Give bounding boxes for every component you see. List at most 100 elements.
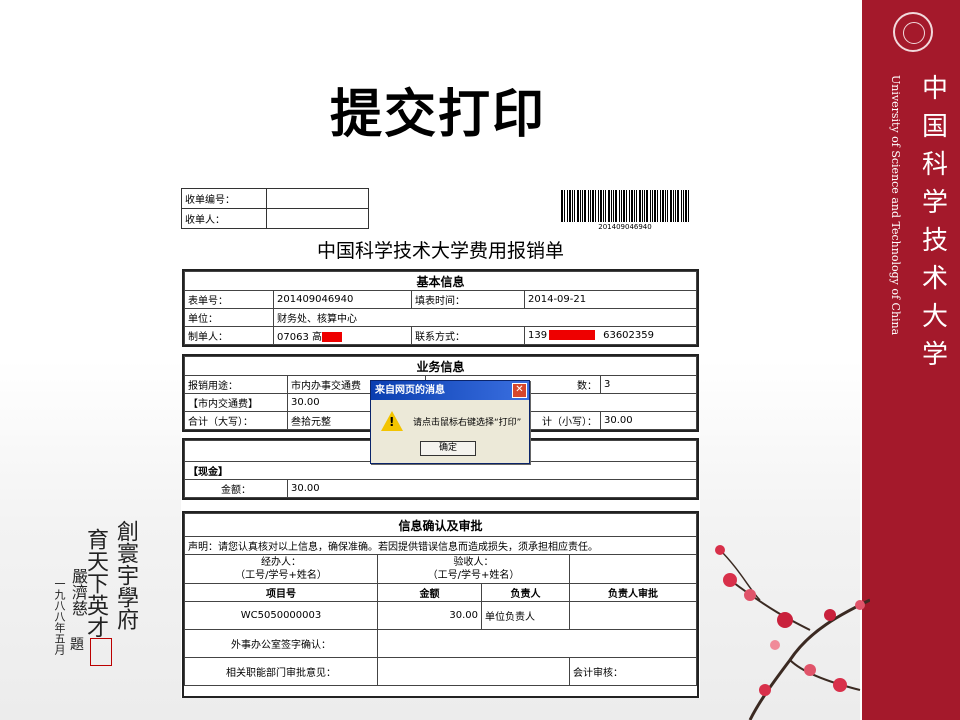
barcode-bar xyxy=(675,190,676,222)
barcode-bar xyxy=(677,190,679,222)
barcode-bar xyxy=(564,190,565,222)
accounting-cell: 会计审核： xyxy=(569,657,697,686)
receipt-number-label: 收单编号： xyxy=(181,188,267,209)
barcode-bar xyxy=(681,190,682,222)
warning-icon: ! xyxy=(381,411,403,431)
barcode-bar xyxy=(613,190,614,222)
creator-label: 制单人： xyxy=(184,326,274,345)
fill-time-value: 2014-09-21 xyxy=(524,290,697,309)
receiver-label: 验收人： xyxy=(453,557,494,568)
handler-hint: （工号/学号+姓名） xyxy=(235,570,327,581)
barcode-bar xyxy=(574,190,575,222)
item-amount: 30.00 xyxy=(377,601,482,630)
col-project: 项目号 xyxy=(184,583,378,602)
handler-label: 经办人： xyxy=(261,557,301,568)
barcode-bar xyxy=(634,190,635,222)
calligraphy-column-1: 創寰宇學府 xyxy=(113,520,138,630)
total-lowercase-value: 30.00 xyxy=(600,411,697,430)
barcode-bar xyxy=(592,190,594,222)
basic-info-section: 基本信息 表单号： 201409046940 填表时间： 2014-09-21 … xyxy=(182,269,699,347)
university-name-en: University of Science and Technology of … xyxy=(889,75,902,336)
barcode-bar xyxy=(608,190,610,222)
unit-label: 单位： xyxy=(184,308,274,327)
dept-approval-value xyxy=(377,657,570,686)
barcode-bar xyxy=(626,190,627,222)
business-info-heading: 业务信息 xyxy=(184,356,697,376)
barcode-bar xyxy=(688,190,689,222)
dept-approval-label: 相关职能部门审批意见： xyxy=(184,657,378,686)
receipt-box: 收单编号： 收单人： xyxy=(181,188,369,229)
contact-label: 联系方式： xyxy=(411,326,525,345)
barcode-bar xyxy=(615,190,617,222)
barcode-bar xyxy=(670,190,672,222)
item-approval xyxy=(569,601,697,630)
receipt-person-label: 收单人： xyxy=(181,208,267,229)
confirm-heading: 信息确认及审批 xyxy=(184,513,697,537)
barcode-bar xyxy=(652,190,653,222)
dialog-message: 请点击鼠标右键选择“打印” xyxy=(413,418,522,428)
dialog-title: 来自网页的消息 xyxy=(375,385,445,396)
barcode-bar xyxy=(598,190,599,222)
seal-stamp-icon xyxy=(90,638,112,666)
plum-blossom-icon xyxy=(715,545,870,720)
foreign-affairs-label: 外事办公室签字确认： xyxy=(184,629,378,658)
receipt-number-value xyxy=(266,188,369,209)
barcode-bar xyxy=(636,190,637,222)
barcode-bar xyxy=(623,190,625,222)
barcode-bar xyxy=(572,190,573,222)
barcode-number: 201409046940 xyxy=(598,223,652,231)
university-seal-icon xyxy=(893,12,933,52)
total-uppercase-label: 合计（大写）： xyxy=(184,411,288,430)
barcode-bar xyxy=(665,190,666,222)
barcode-bar xyxy=(660,190,661,222)
barcode-bar xyxy=(644,190,645,222)
barcode-bar xyxy=(567,190,568,222)
barcode-bar xyxy=(569,190,571,222)
transport-fee-label: 【市内交通费】 xyxy=(184,393,288,412)
col-amount: 金额 xyxy=(377,583,482,602)
barcode-bar xyxy=(584,190,586,222)
dialog-titlebar[interactable]: 来自网页的消息 ✕ xyxy=(371,381,529,400)
receipt-person-value xyxy=(266,208,369,229)
contact-value: 139 63602359 xyxy=(524,326,697,345)
creator-value: 07063 高 xyxy=(273,326,412,345)
barcode-icon xyxy=(561,190,689,222)
amount-value: 30.00 xyxy=(287,479,697,498)
accounting-label: 会计审核： xyxy=(573,668,623,679)
barcode-bar xyxy=(629,190,630,222)
barcode-bar xyxy=(619,190,620,222)
barcode-bar xyxy=(685,190,687,222)
calligraphy-author: 嚴濟慈 xyxy=(69,568,88,616)
barcode-bar xyxy=(642,190,643,222)
count-value: 3 xyxy=(600,375,697,394)
ok-button[interactable]: 确定 xyxy=(420,441,476,456)
barcode-bar xyxy=(603,190,604,222)
close-button[interactable]: ✕ xyxy=(512,383,527,398)
barcode-bar xyxy=(611,190,612,222)
form-number-label: 表单号： xyxy=(184,290,274,309)
handler-cell: 经办人： （工号/学号+姓名） xyxy=(184,554,378,584)
statement-text: 声明：请您认真核对以上信息，确保准确。若因提供错误信息而造成损失，须承担相应责任… xyxy=(184,536,697,555)
col-owner-approval: 负责人审批 xyxy=(569,583,697,602)
barcode-bar xyxy=(657,190,658,222)
item-owner: 单位负责人 xyxy=(481,601,570,630)
barcode-bar xyxy=(650,190,651,222)
calligraphy-date: 一九八八年五月 xyxy=(53,578,66,655)
barcode-bar xyxy=(673,190,674,222)
basic-info-heading: 基本信息 xyxy=(184,271,697,291)
barcode-bar xyxy=(683,190,684,222)
receiver-hint: （工号/学号+姓名） xyxy=(427,570,520,581)
barcode-bar xyxy=(605,190,606,222)
barcode-bar xyxy=(590,190,591,222)
university-name-cn: 中国 科学 技术 大学 xyxy=(921,74,948,370)
foreign-affairs-value xyxy=(377,629,697,658)
barcode-bar xyxy=(639,190,641,222)
confirm-section: 信息确认及审批 声明：请您认真核对以上信息，确保准确。若因提供错误信息而造成损失… xyxy=(182,511,699,698)
item-project: WC5050000003 xyxy=(184,601,378,630)
barcode-bar xyxy=(582,190,583,222)
barcode-bar xyxy=(580,190,581,222)
receiver-empty xyxy=(569,554,697,584)
barcode-bar xyxy=(577,190,579,222)
unit-value: 财务处、核算中心 xyxy=(273,308,697,327)
barcode-bar xyxy=(654,190,656,222)
